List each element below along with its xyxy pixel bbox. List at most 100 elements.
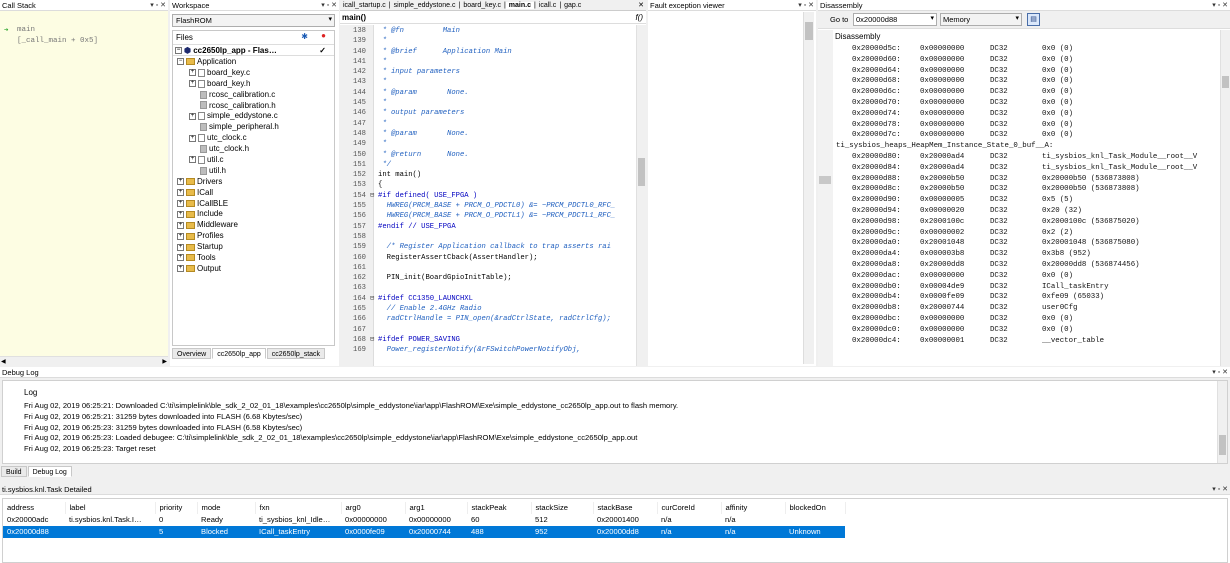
code-line[interactable]: 138 * @fn Main [340,26,636,36]
disasm-row[interactable]: 0x20000dac: 0x00000000 DC32 0x0 (0) [836,271,1220,282]
expand-toggle-icon[interactable]: + [189,156,196,164]
gear-icon[interactable]: ✱ [301,32,308,41]
close-icon[interactable]: ✕ [638,0,644,11]
code-line[interactable]: 140 * @brief Application Main [340,47,636,57]
column-header[interactable]: mode [197,502,256,514]
disasm-row[interactable]: 0x20000da4: 0x000003b8 DC32 0x3b8 (952) [836,249,1220,260]
disasm-row[interactable]: 0x20000d88: 0x20000b50 DC32 0x20000b50 (536… [836,174,1220,185]
tree-item[interactable]: + Drivers [177,177,334,188]
tree-item[interactable]: + simple_eddystone.c [177,111,334,122]
column-header[interactable]: stackBase [593,502,658,514]
panel-controls-icon[interactable]: ▾ ▫ ✕ [1212,367,1228,378]
tree-item[interactable]: + Startup [177,242,334,253]
disasm-row[interactable]: 0x20000d78: 0x00000000 DC32 0x0 (0) [836,120,1220,131]
editor-tab-active[interactable]: main.c [505,2,534,9]
tree-item[interactable]: + board_key.h [177,79,334,90]
tab-build[interactable]: Build [1,466,27,477]
code-line[interactable]: 167 [340,325,636,335]
expand-toggle-icon[interactable]: + [177,210,184,218]
editor-tab[interactable]: gap.c [561,2,584,9]
column-header[interactable]: curCoreId [657,502,722,514]
code-line[interactable]: 165 // Enable 2.4GHz Radio [340,304,636,314]
column-header[interactable]: stackPeak [467,502,532,514]
tree-item[interactable]: util.h [177,166,334,177]
code-line[interactable]: 145 * [340,98,636,108]
disasm-row[interactable]: 0x20000dbc: 0x00000000 DC32 0x0 (0) [836,314,1220,325]
column-header[interactable]: priority [155,502,198,514]
disasm-row[interactable]: 0x20000d64: 0x00000000 DC32 0x0 (0) [836,66,1220,77]
disasm-row[interactable]: 0x20000d8c: 0x20000b50 DC32 0x20000b50 (536… [836,184,1220,195]
disasm-vscroll[interactable] [1220,30,1230,366]
disasm-row[interactable]: 0x20000d7c: 0x00000000 DC32 0x0 (0) [836,130,1220,141]
column-header[interactable]: stackSize [531,502,594,514]
code-line[interactable]: 146 * output parameters [340,108,636,118]
disasm-row[interactable]: 0x20000db8: 0x20000744 DC32 user0Cfg [836,303,1220,314]
disasm-row[interactable]: 0x20000db0: 0x00004de9 DC32 ICall_taskEntry [836,282,1220,293]
log-line[interactable]: Fri Aug 02, 2019 06:25:23: 31259 bytes d… [24,423,1215,434]
code-line[interactable]: 152 int main() [340,170,636,180]
log-line[interactable]: Fri Aug 02, 2019 06:25:21: 31259 bytes d… [24,412,1215,423]
expand-toggle-icon[interactable]: + [189,80,196,88]
panel-controls-icon[interactable]: ▾ ▫ ✕ [798,0,814,11]
call-stack-frame[interactable]: [_call_main + 0x5] [17,37,98,45]
disasm-row[interactable]: 0x20000d90: 0x00000005 DC32 0x5 (5) [836,195,1220,206]
expand-toggle-icon[interactable]: + [189,69,196,77]
table-row[interactable]: 0x20000d88 5 Blocked ICall_taskEntry 0x0000f… [3,526,845,538]
disasm-row[interactable]: 0x20000d70: 0x00000000 DC32 0x0 (0) [836,98,1220,109]
panel-controls-icon[interactable]: ▾ ▫ ✕ [1212,0,1228,11]
disasm-row[interactable]: 0x20000d9c: 0x00000002 DC32 0x2 (2) [836,228,1220,239]
code-line[interactable]: 144 * @param None. [340,88,636,98]
table-row[interactable]: 0x20000adc ti.sysbios.knl.Task.I… 0 Ready ti… [3,514,845,526]
editor-tab[interactable]: icall.c [536,2,560,9]
disasm-row[interactable]: 0x20000d60: 0x00000000 DC32 0x0 (0) [836,55,1220,66]
disasm-row[interactable]: 0x20000db4: 0x0000fe09 DC32 0xfe09 (65033) [836,292,1220,303]
expand-toggle-icon[interactable]: + [177,178,184,186]
editor-tab[interactable]: icall_startup.c [340,2,389,9]
expand-toggle-icon[interactable]: + [177,265,184,273]
tree-item[interactable]: + Output [177,264,334,275]
function-icon[interactable]: f() [635,13,643,22]
fold-marker[interactable]: ⊟ [370,294,378,304]
fault-vscroll[interactable] [803,12,814,364]
code-line[interactable]: 142 * input parameters [340,67,636,77]
project-root[interactable]: − ⬢ cc2650lp_app - Flas… ✓ [173,44,334,56]
editor-tab[interactable]: board_key.c [460,2,504,9]
code-line[interactable]: 157 #endif // USE_FPGA [340,222,636,232]
disasm-row[interactable]: 0x20000d84: 0x20000ad4 DC32 ti_sysbios_knl_… [836,163,1220,174]
code-line[interactable]: 163 [340,283,636,293]
fold-marker[interactable]: ⊟ [370,335,378,345]
log-line[interactable]: Fri Aug 02, 2019 06:25:23: Loaded debuge… [24,433,1215,444]
code-line[interactable]: 169 Power_registerNotify(&rFSwitchPowerN… [340,345,636,355]
code-line[interactable]: 154 ⊟ #if defined( USE_FPGA ) [340,191,636,201]
expand-toggle-icon[interactable]: + [177,221,184,229]
tree-item[interactable]: rcosc_calibration.h [177,101,334,112]
expand-toggle-icon[interactable]: + [189,134,196,142]
code-area[interactable]: 138 * @fn Main 139 * 140 * @brief Applicat… [340,25,646,366]
tree-item[interactable]: + utc_clock.c [177,133,334,144]
tab-cc2650lp-stack[interactable]: cc2650lp_stack [266,348,326,359]
memory-select[interactable]: Memory ▾ [940,13,1022,26]
config-select[interactable]: FlashROM ▾ [172,14,335,27]
log-vscroll[interactable] [1217,381,1227,463]
panel-controls-icon[interactable]: ▾ ▫ ✕ [150,0,166,11]
tree-item[interactable]: rcosc_calibration.c [177,90,334,101]
column-header[interactable]: fxn [255,502,342,514]
disasm-row[interactable]: ti_sysbios_heaps_HeapMem_Instance_State_… [836,141,1220,152]
code-line[interactable]: 156 HWREG(PRCM_BASE + PRCM_O_PDCTL1) &= … [340,211,636,221]
disasm-row[interactable]: 0x20000d98: 0x2000100c DC32 0x2000100c (536… [836,217,1220,228]
disasm-area[interactable]: Disassembly 0x20000d5c: 0x00000000 DC32 0x0… [818,30,1230,366]
code-line[interactable]: 148 * @param None. [340,129,636,139]
code-line[interactable]: 143 * [340,77,636,87]
disasm-row[interactable]: 0x20000d74: 0x00000000 DC32 0x0 (0) [836,109,1220,120]
code-line[interactable]: 149 * [340,139,636,149]
log-line[interactable]: Fri Aug 02, 2019 06:25:21: Downloaded C:… [24,401,1215,412]
code-line[interactable]: 147 * [340,119,636,129]
column-header[interactable]: affinity [721,502,786,514]
document-icon[interactable]: ▤ [1027,13,1040,26]
panel-controls-icon[interactable]: ▾ ▫ ✕ [321,0,337,11]
tree-item[interactable]: + ICall [177,188,334,199]
disasm-row[interactable]: 0x20000d5c: 0x00000000 DC32 0x0 (0) [836,44,1220,55]
tree-item[interactable]: + Include [177,209,334,220]
tab-cc2650lp-app[interactable]: cc2650lp_app [212,348,266,359]
goto-input[interactable]: 0x20000d88 ▾ [853,13,937,26]
